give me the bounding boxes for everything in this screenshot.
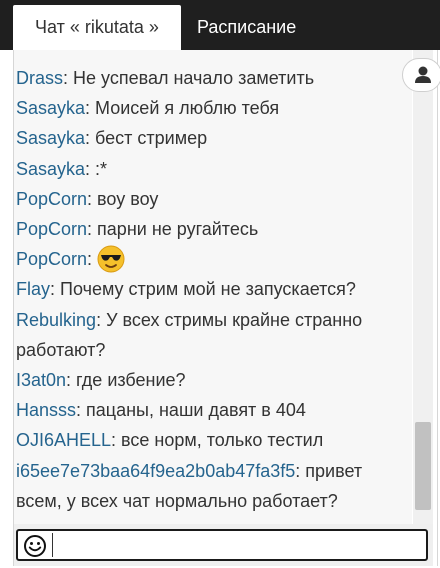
message-text: : где избение? — [66, 370, 186, 391]
chat-message: Rebulking: У всех стримы крайне странно … — [16, 305, 408, 365]
chat-message: PopCorn: парни не ругайтесь — [16, 214, 408, 244]
message-nick[interactable]: Rebulking — [16, 310, 96, 330]
message-nick[interactable]: Sasayka — [16, 128, 85, 148]
user-list-button[interactable] — [402, 58, 440, 92]
smiley-icon — [24, 535, 46, 557]
message-text: : парни не ругайтесь — [87, 219, 259, 240]
message-text: : воу воу — [87, 188, 159, 209]
message-nick[interactable]: Drass — [16, 68, 63, 88]
message-nick[interactable]: I3at0n — [16, 370, 66, 390]
message-text: : пацаны, наши давят в 404 — [76, 400, 306, 421]
message-nick[interactable]: Hansss — [16, 400, 76, 420]
message-text: : все норм, только тестил — [111, 430, 324, 451]
message-nick[interactable]: PopCorn — [16, 219, 87, 239]
message-text: : — [87, 249, 98, 270]
chat-message: Hansss: пацаны, наши давят в 404 — [16, 395, 408, 425]
message-area: Drass: Не успевал начало заметить Sasayka… — [14, 50, 412, 524]
chat-message: PopCorn: воу воу — [16, 184, 408, 214]
scrollbar-thumb[interactable] — [415, 422, 431, 510]
message-text: : :* — [85, 158, 108, 179]
user-icon — [415, 66, 431, 83]
chat-message: OJI6AHELL: все норм, только тестил — [16, 425, 408, 455]
tab-schedule[interactable]: Расписание — [197, 5, 296, 50]
message-nick[interactable]: Sasayka — [16, 98, 85, 118]
message-text: : бест стример — [85, 128, 208, 149]
message-text: : Не успевал начало заметить — [63, 68, 315, 88]
message-list: Drass: Не успевал начало заметить Sasayka… — [16, 63, 408, 516]
message-nick[interactable]: Flay — [16, 279, 50, 299]
chat-message: PopCorn: — [16, 244, 408, 274]
tab-chat[interactable]: Чат « rikutata » — [13, 5, 181, 50]
message-nick[interactable]: Sasayka — [16, 159, 85, 179]
chat-message: Flay: Почему стрим мой не запускается? — [16, 274, 408, 304]
message-nick[interactable]: OJI6AHELL — [16, 430, 111, 450]
message-nick[interactable]: i65ee7e73baa64f9ea2b0ab47fa3f5 — [16, 461, 295, 481]
message-nick[interactable]: PopCorn — [16, 249, 87, 269]
chat-message: Drass: Не успевал начало заметить — [16, 63, 408, 93]
message-nick[interactable]: PopCorn — [16, 189, 87, 209]
chat-message: Sasayka: Моисей я люблю тебя — [16, 93, 408, 123]
chat-input[interactable] — [52, 533, 431, 557]
chat-message: i65ee7e73baa64f9ea2b0ab47fa3f5: привет в… — [16, 456, 408, 516]
chat-message: Sasayka: :* — [16, 154, 408, 184]
tab-bar: Чат « rikutata » Расписание — [0, 0, 440, 50]
sunglasses-emoji-icon — [97, 245, 125, 273]
message-text: : Моисей я люблю тебя — [85, 98, 280, 119]
chat-message: I3at0n: где избение? — [16, 365, 408, 395]
message-text: : Почему стрим мой не запускается? — [50, 279, 356, 300]
smiley-button[interactable] — [23, 534, 47, 558]
chat-message: Sasayka: бест стример — [16, 123, 408, 153]
